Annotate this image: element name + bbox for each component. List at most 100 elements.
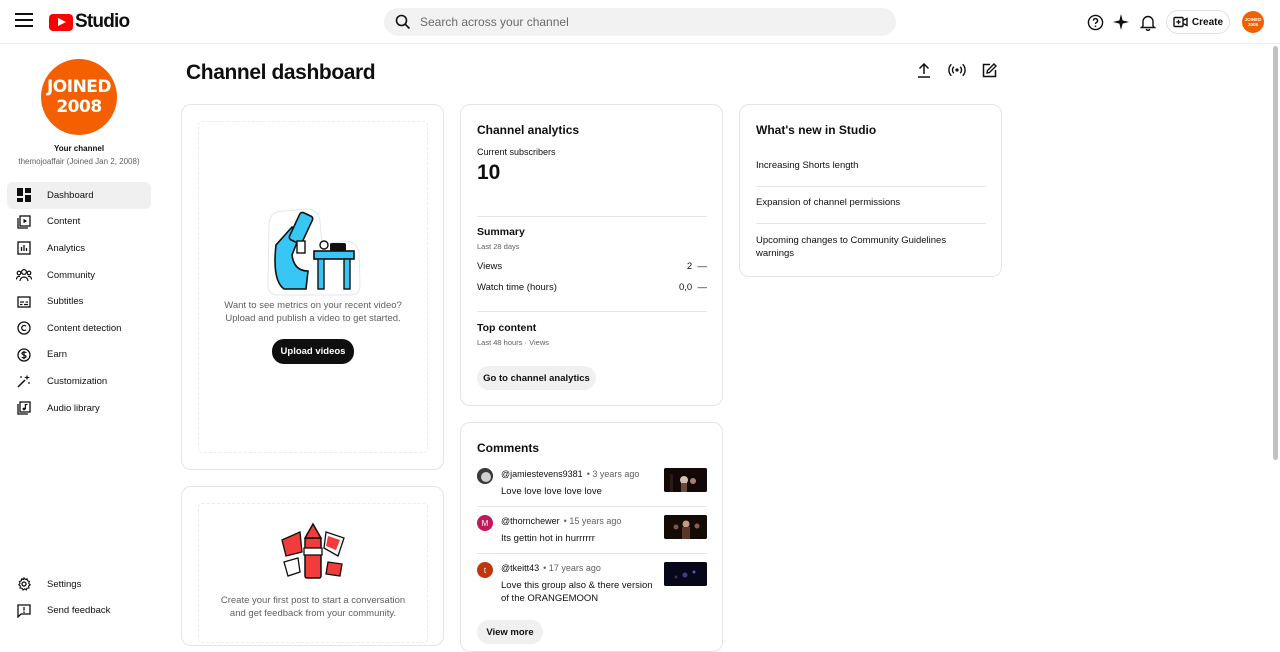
studio-logo[interactable]: Studio: [49, 11, 130, 33]
video-card-text-line-2: Upload and publish a video to get starte…: [225, 313, 401, 324]
sidebar-item-label: Customization: [47, 375, 108, 387]
news-item[interactable]: Upcoming changes to Community Guidelines…: [756, 234, 986, 260]
video-thumbnail[interactable]: [664, 515, 707, 539]
logo-text: Studio: [75, 11, 130, 32]
go-to-channel-analytics-button[interactable]: Go to channel analytics: [477, 366, 596, 390]
metric-label: Watch time (hours): [477, 282, 557, 293]
channel-analytics-card: Channel analytics Current subscribers 10…: [460, 104, 723, 406]
sidebar: JOINED 2008 Your channel themojoaffair (…: [0, 45, 160, 630]
divider: [477, 216, 707, 217]
sidebar-item-settings[interactable]: Settings: [7, 571, 151, 598]
metric-row-views[interactable]: Views 2 —: [477, 261, 707, 272]
content-icon: [16, 214, 32, 230]
comment-item[interactable]: @jamiestevens9381 • 3 years ago Love love…: [477, 468, 707, 508]
sidebar-item-label: Audio library: [47, 402, 100, 414]
comments-title: Comments: [477, 441, 540, 455]
comment-item[interactable]: M @thornchewer • 15 years ago Its gettin …: [477, 515, 707, 555]
comment-text: Love this group also & there version of …: [501, 580, 653, 604]
sidebar-item-label: Dashboard: [47, 189, 94, 201]
summary-period: Last 28 days: [477, 242, 520, 251]
audio-library-icon: [16, 400, 32, 416]
channel-name: themojoaffair (Joined Jan 2, 2008): [18, 157, 140, 166]
community-icon: [16, 267, 32, 283]
scrollbar[interactable]: [1273, 46, 1278, 460]
help-icon[interactable]: [1085, 12, 1105, 32]
commenter-avatar: t: [477, 562, 493, 578]
subscribers-value: 10: [477, 161, 501, 184]
metric-value: 2 —: [686, 261, 707, 272]
pencil-illustration-icon: [281, 522, 345, 579]
notifications-icon[interactable]: [1138, 12, 1158, 32]
upload-icon[interactable]: [913, 59, 935, 81]
post-card-text: Create your first post to start a conver…: [198, 594, 428, 620]
youtube-icon: [49, 13, 73, 31]
account-avatar[interactable]: JOINED 2008: [1242, 11, 1264, 33]
sidebar-item-subtitles[interactable]: Subtitles: [7, 288, 151, 315]
search-input[interactable]: [420, 15, 860, 29]
video-card-text: Want to see metrics on your recent video…: [198, 299, 428, 325]
metric-label: Views: [477, 261, 503, 272]
sidebar-item-dashboard[interactable]: Dashboard: [7, 182, 151, 209]
page-title: Channel dashboard: [186, 61, 376, 84]
comment-item[interactable]: t @tkeitt43 • 17 years ago Love this grou…: [477, 562, 707, 610]
go-live-icon[interactable]: [946, 59, 968, 81]
video-thumbnail[interactable]: [664, 468, 707, 492]
metric-row-watch-time[interactable]: Watch time (hours) 0,0 —: [477, 282, 707, 293]
microscope-illustration-icon: [267, 208, 361, 296]
feedback-icon: [16, 603, 32, 619]
avatar-line-2: 2008: [56, 97, 102, 117]
comment-author: @jamiestevens9381 • 3 years ago: [501, 469, 640, 479]
post-card-text-line-2: and get feedback from your community.: [229, 608, 397, 619]
video-card-text-line-1: Want to see metrics on your recent video…: [224, 300, 402, 311]
comment-text: Its gettin hot in hurrrrrr: [501, 533, 595, 544]
gear-icon: [16, 576, 32, 592]
post-card-text-line-1: Create your first post to start a conver…: [220, 595, 406, 606]
channel-avatar[interactable]: JOINED 2008: [41, 59, 117, 135]
sidebar-item-label: Send feedback: [47, 605, 111, 617]
create-label: Create: [1191, 16, 1224, 28]
top-content-title: Top content: [477, 322, 537, 334]
dashboard-icon: [16, 187, 32, 203]
sidebar-item-label: Content: [47, 216, 81, 228]
top-bar: Studio Create JOINED 2008: [0, 0, 1280, 44]
subscribers-label: Current subscribers: [477, 147, 556, 157]
copyright-icon: [16, 320, 32, 336]
whats-new-card: What's new in Studio Increasing Shorts l…: [739, 104, 1002, 277]
sidebar-item-audio-library[interactable]: Audio library: [7, 395, 151, 422]
whats-new-title: What's new in Studio: [756, 123, 877, 137]
comment-text: Love love love love love: [501, 486, 602, 497]
sidebar-item-customization[interactable]: Customization: [7, 368, 151, 395]
sidebar-item-label: Content detection: [47, 322, 122, 334]
upload-videos-button[interactable]: Upload videos: [272, 339, 354, 364]
analytics-title: Channel analytics: [477, 123, 580, 137]
sidebar-item-label: Community: [47, 269, 96, 281]
search-bar[interactable]: [384, 8, 896, 36]
sidebar-item-content[interactable]: Content: [7, 209, 151, 236]
create-post-icon[interactable]: [978, 59, 1000, 81]
top-content-period: Last 48 hours · Views: [477, 338, 549, 347]
sparkle-icon[interactable]: [1111, 12, 1131, 32]
sidebar-item-send-feedback[interactable]: Send feedback: [7, 598, 151, 625]
dollar-icon: [16, 347, 32, 363]
sidebar-nav: Dashboard Content Analytics Community Su…: [7, 182, 151, 421]
divider: [477, 311, 707, 312]
view-more-button[interactable]: View more: [477, 620, 543, 644]
sidebar-item-content-detection[interactable]: Content detection: [7, 315, 151, 342]
video-thumbnail[interactable]: [664, 562, 707, 586]
divider: [477, 506, 707, 507]
menu-icon[interactable]: [15, 13, 33, 29]
sidebar-item-earn[interactable]: Earn: [7, 342, 151, 369]
sidebar-item-community[interactable]: Community: [7, 262, 151, 289]
news-item[interactable]: Increasing Shorts length: [756, 159, 986, 172]
summary-title: Summary: [477, 226, 525, 238]
metric-value: 0,0 —: [679, 282, 707, 293]
latest-video-card: Want to see metrics on your recent video…: [181, 104, 444, 470]
sidebar-item-label: Subtitles: [47, 296, 84, 308]
sidebar-item-analytics[interactable]: Analytics: [7, 235, 151, 262]
divider: [477, 553, 707, 554]
commenter-avatar: [477, 468, 493, 484]
create-button[interactable]: Create: [1166, 10, 1230, 34]
divider: [756, 223, 986, 224]
news-item[interactable]: Expansion of channel permissions: [756, 196, 986, 209]
sidebar-item-label: Earn: [47, 349, 68, 361]
